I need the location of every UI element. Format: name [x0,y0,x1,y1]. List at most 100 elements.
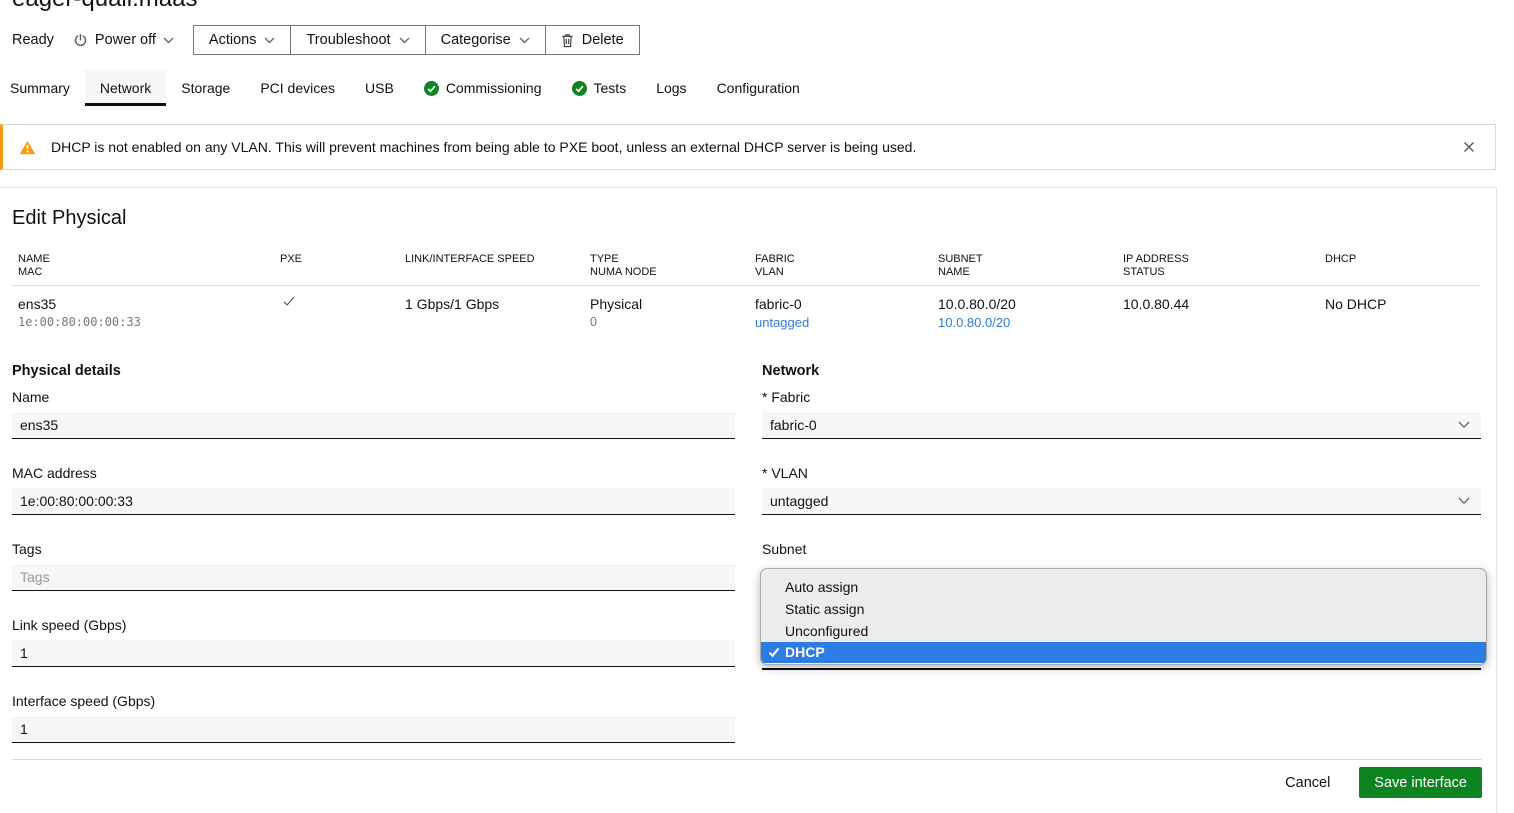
banner-close-button[interactable] [1459,137,1479,157]
dropdown-option-static-assign[interactable]: Static assign [761,598,1486,620]
fabric-label: * Fabric [762,389,1481,405]
power-off-button[interactable]: Power off [73,32,174,48]
tab-label: Logs [656,80,686,96]
vlan-link[interactable]: untagged [755,315,809,330]
header-pxe: PXE [280,253,399,266]
machine-action-bar: Ready Power off Actions Troubleshoot Cat… [12,25,640,55]
tags-label: Tags [12,541,735,557]
pxe-check-icon [283,296,399,307]
panel-title: Edit Physical [12,207,1481,230]
dropdown-option-label: DHCP [785,644,825,660]
tab-summary[interactable]: Summary [0,70,85,106]
edit-physical-panel: Edit Physical NAMEMAC PXE LINK/INTERFACE… [0,187,1497,813]
interface-table: NAMEMAC PXE LINK/INTERFACE SPEED TYPENUM… [12,253,1481,330]
header-name: NAME [18,253,274,266]
interface-speed-input[interactable] [12,716,735,743]
physical-details-section: Physical details Name MAC address Tags L… [12,363,735,743]
chevron-down-icon [399,37,410,44]
tab-label: PCI devices [260,80,335,96]
cell-link-speed: 1 Gbps/1 Gbps [405,296,584,313]
tab-tests[interactable]: Tests [557,70,642,106]
chevron-down-icon [163,37,174,44]
network-section: Network * Fabric fabric-0 * VLAN untagge… [762,363,1481,743]
dropdown-option-dhcp[interactable]: DHCP [761,642,1486,663]
machine-tabs: Summary Network Storage PCI devices USB … [0,70,1514,106]
fabric-select-value: fabric-0 [770,417,817,433]
vlan-label: * VLAN [762,465,1481,481]
machine-actions-group: Actions Troubleshoot Categorise Delete [193,25,640,55]
power-button-label: Power off [95,32,156,48]
actions-button[interactable]: Actions [194,26,291,54]
link-speed-input[interactable] [12,640,735,667]
page-title: eager-quail.maas [12,0,197,13]
categorise-button-label: Categorise [441,32,511,48]
cell-mac-address: 1e:00:80:00:00:33 [18,315,274,330]
tab-label: Network [100,80,151,96]
check-circle-icon [424,81,439,96]
dropdown-option-auto-assign[interactable]: Auto assign [761,576,1486,598]
cell-interface-name: ens35 [18,296,274,313]
cell-ip-address: 10.0.80.44 [1123,296,1319,313]
chevron-down-icon [1458,497,1470,505]
delete-button-label: Delete [582,32,624,48]
vlan-select[interactable]: untagged [762,488,1481,515]
header-link-speed: LINK/INTERFACE SPEED [405,253,584,266]
troubleshoot-button[interactable]: Troubleshoot [290,26,424,54]
header-ip: IP ADDRESS [1123,253,1319,266]
mac-address-label: MAC address [12,465,735,481]
subnet-link[interactable]: 10.0.80.0/20 [938,315,1010,330]
cell-numa-node: 0 [590,315,749,330]
close-icon [1463,141,1475,153]
tags-input[interactable] [12,564,735,591]
dropdown-option-unconfigured[interactable]: Unconfigured [761,620,1486,642]
header-subnet-name: NAME [938,266,1117,279]
header-mac: MAC [18,266,274,279]
chevron-down-icon [264,37,275,44]
name-input[interactable] [12,412,735,439]
actions-button-label: Actions [209,32,257,48]
subnet-label: Subnet [762,541,1481,557]
tab-label: Storage [181,80,230,96]
tab-configuration[interactable]: Configuration [702,70,815,106]
check-icon [768,647,780,658]
save-interface-button[interactable]: Save interface [1359,767,1482,798]
mac-address-input[interactable] [12,488,735,515]
tab-storage[interactable]: Storage [166,70,245,106]
tab-label: USB [365,80,394,96]
chevron-down-icon [519,37,530,44]
chevron-down-icon [1458,421,1470,429]
tab-usb[interactable]: USB [350,70,409,106]
interface-speed-label: Interface speed (Gbps) [12,693,735,709]
tab-label: Tests [594,80,627,96]
link-speed-label: Link speed (Gbps) [12,617,735,633]
tab-label: Summary [10,80,70,96]
tab-logs[interactable]: Logs [641,70,701,106]
cell-subnet: 10.0.80.0/20 [938,296,1117,313]
warning-banner: DHCP is not enabled on any VLAN. This wi… [0,124,1496,170]
fabric-select[interactable]: fabric-0 [762,412,1481,439]
trash-icon [561,33,574,48]
troubleshoot-button-label: Troubleshoot [306,32,390,48]
tab-label: Configuration [717,80,800,96]
header-status: STATUS [1123,266,1319,279]
subnet-select-underline [762,668,1481,670]
delete-button[interactable]: Delete [545,26,639,54]
table-row: ens35 1e:00:80:00:00:33 1 Gbps/1 Gbps Ph… [12,286,1481,330]
header-dhcp: DHCP [1325,253,1481,266]
banner-message: DHCP is not enabled on any VLAN. This wi… [51,139,916,155]
tab-network[interactable]: Network [85,70,166,106]
subnet-dropdown-menu: Auto assign Static assign Unconfigured D… [760,568,1487,665]
categorise-button[interactable]: Categorise [425,26,545,54]
form-footer: Cancel Save interface [12,759,1482,798]
cell-fabric: fabric-0 [755,296,932,313]
tab-commissioning[interactable]: Commissioning [409,70,557,106]
cell-dhcp: No DHCP [1325,296,1481,313]
tab-pci-devices[interactable]: PCI devices [245,70,350,106]
header-fabric: FABRIC [755,253,932,266]
header-numa: NUMA NODE [590,266,749,279]
machine-status: Ready [12,32,54,48]
power-icon [73,33,88,48]
header-type: TYPE [590,253,749,266]
interface-table-header: NAMEMAC PXE LINK/INTERFACE SPEED TYPENUM… [12,253,1481,286]
cancel-button[interactable]: Cancel [1285,775,1330,791]
